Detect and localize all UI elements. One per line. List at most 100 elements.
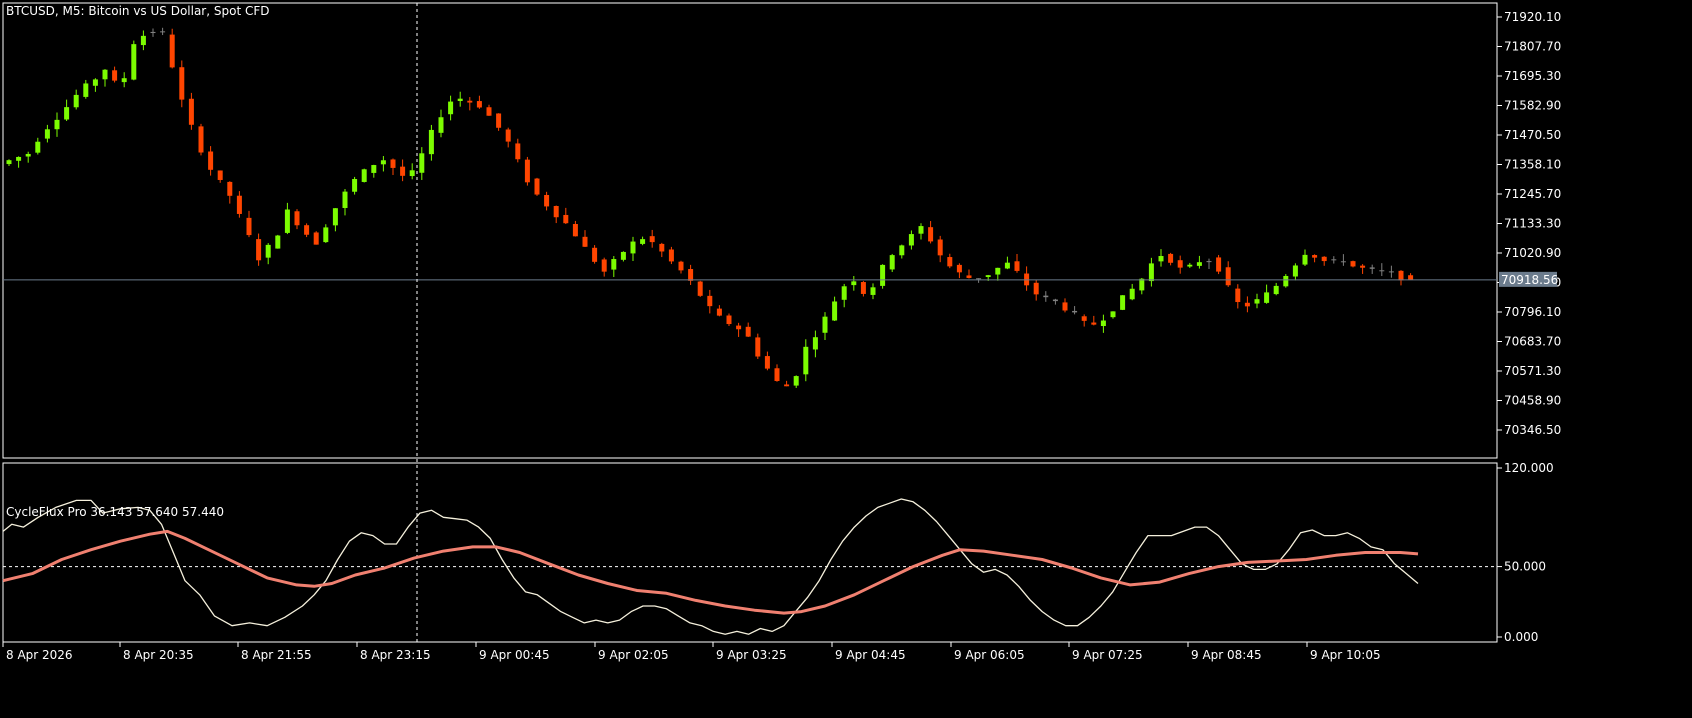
candle-body xyxy=(784,384,790,387)
candle-body xyxy=(64,107,70,120)
current-price-label: 70918.56 xyxy=(1501,273,1558,287)
candle-body xyxy=(246,217,252,236)
candle-body xyxy=(1302,254,1308,265)
candle-body xyxy=(121,78,127,83)
candle-body xyxy=(544,194,550,207)
price-tick-label: 71358.10 xyxy=(1504,158,1561,172)
candle-body xyxy=(438,117,444,133)
candle-body xyxy=(736,325,742,330)
chart-background xyxy=(0,0,1692,718)
candle-body xyxy=(1158,256,1164,262)
time-tick-label: 8 Apr 23:15 xyxy=(360,648,431,662)
candle-body xyxy=(467,100,473,103)
candle-body xyxy=(505,129,511,142)
candle-body xyxy=(1369,267,1375,269)
candle-body xyxy=(294,211,300,226)
candle-body xyxy=(1043,295,1049,298)
indicator-label: CycleFlux Pro 36.143 57.640 57.440 xyxy=(6,505,224,519)
candle-body xyxy=(54,119,60,130)
candle-body xyxy=(1225,267,1231,286)
candle-body xyxy=(256,239,262,261)
candle-body xyxy=(678,261,684,271)
candle-body xyxy=(1110,311,1116,318)
candle-body xyxy=(592,247,598,262)
time-tick-label: 8 Apr 21:55 xyxy=(241,648,312,662)
time-tick-label: 9 Apr 08:45 xyxy=(1191,648,1262,662)
price-tick-label: 70796.10 xyxy=(1504,305,1561,319)
candle-body xyxy=(1100,320,1106,327)
candle-body xyxy=(361,169,367,182)
candle-body xyxy=(726,315,732,325)
time-tick-label: 9 Apr 03:25 xyxy=(716,648,787,662)
time-tick-label: 8 Apr 2026 xyxy=(6,648,73,662)
candle-body xyxy=(169,34,175,68)
candle-body xyxy=(1206,261,1212,263)
price-tick-label: 70346.50 xyxy=(1504,423,1561,437)
candle-body xyxy=(668,249,674,262)
time-tick-label: 9 Apr 02:05 xyxy=(598,648,669,662)
candle-body xyxy=(35,141,41,153)
candle-body xyxy=(1379,270,1385,272)
indicator-tick-label: 0.000 xyxy=(1504,630,1538,644)
candle-body xyxy=(73,94,79,108)
candle-body xyxy=(102,69,108,80)
candle-body xyxy=(822,316,828,333)
candle-body xyxy=(179,67,185,100)
trading-chart[interactable]: 71920.10 71807.70 71695.30 71582.90 71470.50… xyxy=(0,0,1692,718)
candle-body xyxy=(131,44,137,80)
candle-body xyxy=(1033,282,1039,295)
candle-body xyxy=(995,267,1001,275)
candle-body xyxy=(16,156,22,161)
candle-body xyxy=(947,257,953,267)
candle-body xyxy=(1264,292,1270,303)
price-tick-label: 71695.30 xyxy=(1504,69,1561,83)
candle-body xyxy=(284,209,290,233)
candle-body xyxy=(870,287,876,295)
candle-body xyxy=(755,337,761,357)
candle-body xyxy=(83,83,89,97)
candle-body xyxy=(188,98,194,125)
candle-body xyxy=(793,376,799,386)
price-tick-label: 70458.90 xyxy=(1504,394,1561,408)
candle-body xyxy=(553,206,559,218)
candle-body xyxy=(1312,255,1318,258)
candle-body xyxy=(1187,264,1193,267)
candle-body xyxy=(323,227,329,243)
candle-body xyxy=(1235,288,1241,303)
candle-body xyxy=(236,195,242,214)
candle-body xyxy=(390,159,396,168)
candle-body xyxy=(112,70,118,81)
candle-body xyxy=(1273,285,1279,295)
candle-body xyxy=(380,160,386,165)
candle-body xyxy=(1072,310,1078,313)
candle-body xyxy=(150,31,156,34)
candle-body xyxy=(1321,256,1327,262)
indicator-tick-label: 120.000 xyxy=(1504,461,1554,475)
candle-body xyxy=(1408,275,1414,280)
candle-body xyxy=(803,346,809,375)
candle-body xyxy=(1244,302,1250,307)
candle-body xyxy=(611,259,617,270)
candle-body xyxy=(1216,257,1222,272)
candle-body xyxy=(908,234,914,246)
candle-body xyxy=(217,170,223,180)
candle-body xyxy=(1052,299,1058,302)
candle-body xyxy=(1004,262,1010,269)
candle-body xyxy=(659,243,665,252)
candle-body xyxy=(563,214,569,224)
candle-body xyxy=(707,295,713,307)
candle-body xyxy=(1129,288,1135,300)
candle-body xyxy=(1062,302,1068,311)
candle-body xyxy=(1014,261,1020,271)
candle-body xyxy=(572,223,578,237)
time-tick-label: 9 Apr 06:05 xyxy=(954,648,1025,662)
candle-body xyxy=(275,235,281,249)
candle-body xyxy=(1398,270,1404,281)
candle-body xyxy=(841,286,847,300)
candle-body xyxy=(486,107,492,116)
candle-body xyxy=(649,236,655,243)
candle-body xyxy=(976,278,982,280)
price-tick-label: 71470.50 xyxy=(1504,128,1561,142)
indicator-tick-label: 50.000 xyxy=(1504,560,1546,574)
candle-body xyxy=(428,129,434,155)
